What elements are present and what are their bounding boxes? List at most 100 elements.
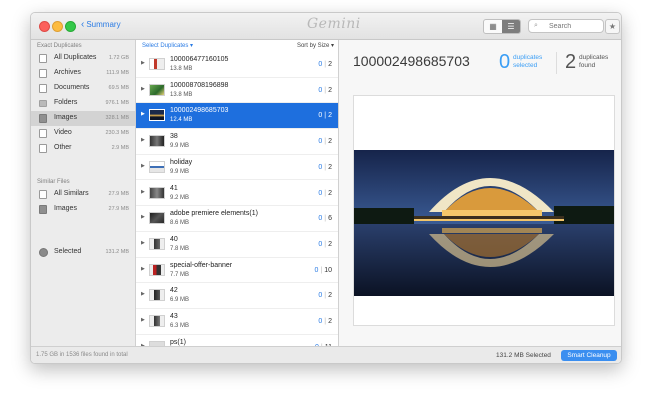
back-to-summary-button[interactable]: ‹ Summary (81, 19, 121, 30)
list-item[interactable]: ▶ 100002498685703 12.4 MB 0 | 2 (136, 103, 338, 130)
sidebar-item-label: Folders (54, 99, 78, 106)
disclosure-triangle-icon[interactable]: ▶ (141, 111, 145, 117)
total-files-summary: 1.75 GB in 1536 files found in total (36, 352, 128, 358)
file-name: ps(1) (170, 338, 186, 346)
sidebar-item-all-similars[interactable]: All Similars 27.9 MB (31, 187, 135, 202)
thumbnail-image (149, 263, 165, 276)
disclosure-triangle-icon[interactable]: ▶ (141, 60, 145, 66)
sidebar-item-images[interactable]: Images 328.1 MB (31, 111, 135, 126)
sidebar-item-size: 69.5 MB (108, 85, 129, 91)
sidebar-item-other[interactable]: Other 2.9 MB (31, 141, 135, 156)
sidebar-item-size: 1.72 GB (108, 55, 129, 61)
file-name: holiday (170, 158, 193, 166)
search-field[interactable]: ⌕ (528, 19, 604, 33)
image-preview-frame[interactable] (353, 95, 615, 326)
file-name: 100008708196898 (170, 81, 229, 89)
sidebar-item-size: 230.3 MB (105, 130, 129, 136)
list-item[interactable]: ▶ 40 7.8 MB 0 | 2 (136, 232, 338, 258)
file-name: 40 (170, 235, 178, 243)
title-bar: ‹Summary Gemini ▦ ☰ ⌕ ★ (31, 13, 621, 40)
sidebar-item-selected[interactable]: Selected 131.2 MB (31, 245, 135, 260)
image-icon (39, 205, 47, 214)
disclosure-triangle-icon[interactable]: ▶ (141, 317, 145, 323)
file-size: 13.8 MB (170, 91, 193, 98)
duplicates-list: Select Duplicates ▾ Sort by Size ▾ ▶ 100… (136, 40, 339, 346)
search-icon: ⌕ (534, 22, 538, 29)
file-size: 7.7 MB (170, 271, 190, 278)
folder-icon (39, 100, 47, 107)
duplicate-counts: 0 | 10 (314, 266, 332, 274)
sidebar-item-label: All Duplicates (54, 54, 97, 61)
file-name: adobe premiere elements(1) (170, 210, 258, 218)
list-item[interactable]: ▶ ps(1) 0|11 (136, 335, 338, 346)
disclosure-triangle-icon[interactable]: ▶ (141, 163, 145, 169)
image-icon (39, 114, 47, 123)
duplicate-counts: 0 | 2 (318, 318, 332, 325)
archive-icon (39, 69, 47, 78)
file-size: 6.9 MB (170, 297, 190, 304)
disclosure-triangle-icon[interactable]: ▶ (141, 266, 145, 272)
file-name: special-offer-banner (170, 261, 233, 269)
close-window-button[interactable] (39, 21, 50, 32)
selected-count: 0 (499, 51, 511, 73)
sidebar-item-label: Selected (54, 248, 82, 255)
sidebar-item-all-duplicates[interactable]: All Duplicates 1.72 GB (31, 51, 135, 66)
duplicate-counts: 0 | 2 (318, 292, 332, 300)
list-item[interactable]: ▶ 42 6.9 MB 0 | 2 (136, 283, 338, 309)
all-similars-icon (39, 190, 47, 199)
file-name: 100006477160105 (170, 56, 229, 63)
duplicate-counts: 0 | 6 (318, 215, 332, 223)
stat-divider (556, 52, 557, 74)
sidebar-item-folders[interactable]: Folders 976.1 MB (31, 96, 135, 111)
file-size: 12.4 MB (170, 117, 193, 124)
list-item[interactable]: ▶ 100006477160105 13.8 MB 0 | 2 (136, 52, 338, 78)
disclosure-triangle-icon[interactable]: ▶ (141, 240, 145, 246)
disclosure-triangle-icon[interactable]: ▶ (141, 189, 145, 195)
list-item[interactable]: ▶ holiday 9.9 MB 0 | 2 (136, 155, 338, 181)
thumbnail-image (149, 315, 165, 327)
sidebar-item-similar-images[interactable]: Images 27.9 MB (31, 202, 135, 217)
file-size: 8.6 MB (170, 220, 190, 227)
file-name: 42 (170, 287, 178, 295)
file-size: 7.8 MB (170, 245, 190, 252)
list-item[interactable]: ▶ adobe premiere elements(1) 8.6 MB 0 | 6 (136, 206, 338, 232)
duplicate-counts: 0 | 2 (318, 163, 332, 171)
list-icon[interactable]: ☰ (502, 20, 520, 33)
file-name: 38 (170, 133, 178, 141)
selected-icon (39, 248, 48, 257)
thumbnail-image (149, 109, 165, 122)
select-duplicates-dropdown[interactable]: Select Duplicates ▾ (142, 42, 193, 49)
sidebar-item-video[interactable]: Video 230.3 MB (31, 126, 135, 141)
star-icon[interactable]: ★ (605, 19, 620, 34)
disclosure-triangle-icon[interactable]: ▶ (141, 291, 145, 297)
sidebar-item-documents[interactable]: Documents 69.5 MB (31, 81, 135, 96)
list-header: Select Duplicates ▾ Sort by Size ▾ (136, 40, 338, 52)
app-window: ‹Summary Gemini ▦ ☰ ⌕ ★ Exact Duplicates… (30, 12, 622, 364)
disclosure-triangle-icon[interactable]: ▶ (141, 214, 145, 220)
disclosure-triangle-icon[interactable]: ▶ (141, 137, 145, 143)
sidebar-item-archives[interactable]: Archives 111.9 MB (31, 66, 135, 81)
thumbnail-image (149, 237, 165, 250)
zoom-window-button[interactable] (65, 21, 76, 32)
list-item[interactable]: ▶ 38 9.9 MB 0 | 2 (136, 129, 338, 155)
all-duplicates-icon (39, 54, 47, 63)
disclosure-triangle-icon[interactable]: ▶ (141, 86, 145, 92)
selected-size-label: 131.2 MB Selected (496, 352, 551, 359)
sort-by-dropdown[interactable]: Sort by Size ▾ (297, 42, 334, 49)
list-item[interactable]: ▶ special-offer-banner 7.7 MB 0 | 10 (136, 258, 338, 284)
thumbnail-image (149, 186, 165, 199)
grid-icon[interactable]: ▦ (484, 20, 502, 33)
file-size: 13.8 MB (170, 66, 193, 72)
smart-cleanup-button[interactable]: Smart Cleanup (561, 350, 617, 361)
app-logo: Gemini (307, 16, 361, 32)
list-item[interactable]: ▶ 100008708196898 13.8 MB 0 | 2 (136, 78, 338, 104)
view-toggle: ▦ ☰ (483, 19, 521, 34)
list-item[interactable]: ▶ 41 9.2 MB 0 | 2 (136, 181, 338, 207)
list-item[interactable]: ▶ 43 6.3 MB 0 | 2 (136, 309, 338, 335)
preview-image (354, 150, 614, 296)
sidebar-item-label: Video (54, 129, 72, 136)
search-input[interactable] (549, 20, 599, 32)
file-size: 6.3 MB (170, 323, 190, 329)
sidebar-item-label: All Similars (54, 190, 89, 197)
minimize-window-button[interactable] (52, 21, 63, 32)
